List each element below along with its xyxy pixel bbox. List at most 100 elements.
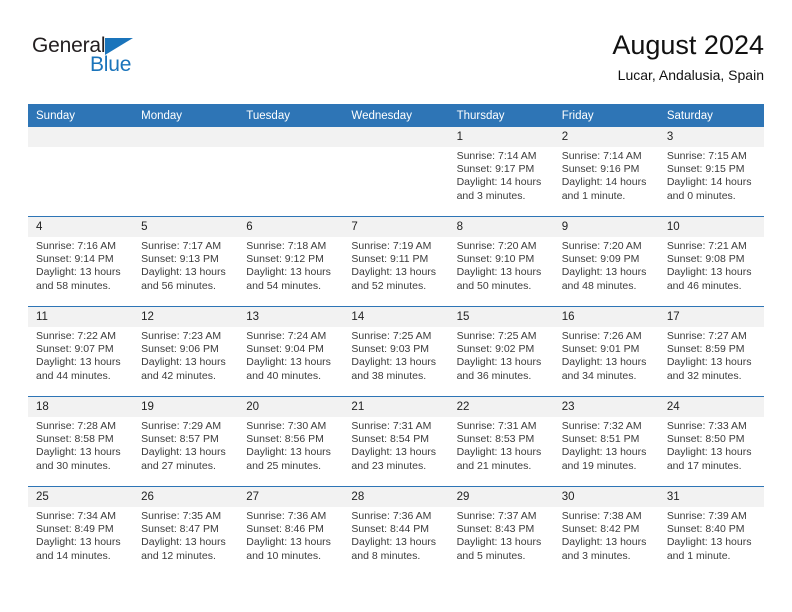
calendar-day-cell[interactable]: 1 Sunrise: 7:14 AM Sunset: 9:17 PM Daylight… xyxy=(448,127,554,217)
daylight-text-line2: and 54 minutes. xyxy=(246,279,321,292)
sunset-text: Sunset: 9:06 PM xyxy=(141,343,219,356)
calendar-day-cell[interactable]: 16 Sunrise: 7:26 AM Sunset: 9:01 PM Dayligh… xyxy=(553,306,659,397)
sunset-text: Sunset: 9:12 PM xyxy=(246,253,324,266)
day-sun-info: Sunrise: 7:25 AM Sunset: 9:03 PM Daylight:… xyxy=(343,327,448,383)
day-number: 14 xyxy=(343,307,449,327)
day-sun-info: Sunrise: 7:36 AM Sunset: 8:46 PM Daylight:… xyxy=(238,507,343,563)
sunset-text: Sunset: 9:16 PM xyxy=(561,163,640,176)
calendar-day-cell[interactable]: 29 Sunrise: 7:37 AM Sunset: 8:43 PM Dayligh… xyxy=(448,486,554,576)
day-sun-info: Sunrise: 7:18 AM Sunset: 9:12 PM Daylight:… xyxy=(238,237,343,293)
calendar-day-cell[interactable]: 26 Sunrise: 7:35 AM Sunset: 8:47 PM Dayligh… xyxy=(133,486,239,576)
day-sun-info: Sunrise: 7:32 AM Sunset: 8:51 PM Daylight:… xyxy=(554,417,659,473)
daylight-text-line2: and 17 minutes. xyxy=(666,459,742,472)
day-number: 5 xyxy=(133,217,239,237)
calendar-day-cell[interactable]: 15 Sunrise: 7:25 AM Sunset: 9:02 PM Dayligh… xyxy=(448,306,554,397)
sunset-text: Sunset: 9:04 PM xyxy=(246,343,324,356)
calendar-day-cell[interactable]: 9 Sunrise: 7:20 AM Sunset: 9:09 PM Daylight… xyxy=(553,216,659,307)
calendar-day-cell[interactable] xyxy=(238,127,344,217)
day-sun-info: Sunrise: 7:31 AM Sunset: 8:54 PM Daylight:… xyxy=(343,417,448,473)
sunset-text: Sunset: 8:43 PM xyxy=(456,523,535,536)
daylight-text-line1: Daylight: 13 hours xyxy=(36,536,121,549)
calendar-day-cell[interactable]: 21 Sunrise: 7:31 AM Sunset: 8:54 PM Dayligh… xyxy=(343,396,449,487)
calendar-day-cell[interactable]: 20 Sunrise: 7:30 AM Sunset: 8:56 PM Dayligh… xyxy=(238,396,344,487)
calendar-day-cell[interactable]: 28 Sunrise: 7:36 AM Sunset: 8:44 PM Dayligh… xyxy=(343,486,449,576)
day-number xyxy=(343,127,449,147)
daylight-text-line2: and 32 minutes. xyxy=(666,369,742,382)
calendar-day-cell[interactable]: 30 Sunrise: 7:38 AM Sunset: 8:42 PM Dayligh… xyxy=(553,486,659,576)
sunset-text: Sunset: 8:50 PM xyxy=(666,433,745,446)
weekday-header-wednesday: Wednesday xyxy=(343,104,449,127)
weekday-header-friday: Friday xyxy=(553,104,659,127)
day-number: 29 xyxy=(448,487,554,507)
calendar-day: 29 Sunrise: 7:37 AM Sunset: 8:43 PM Dayligh… xyxy=(448,487,554,576)
calendar-day-cell[interactable]: 5 Sunrise: 7:17 AM Sunset: 9:13 PM Daylight… xyxy=(133,216,239,307)
daylight-text-line1: Daylight: 13 hours xyxy=(456,536,542,549)
daylight-text-line1: Daylight: 13 hours xyxy=(666,446,752,459)
sunrise-text: Sunrise: 7:36 AM xyxy=(351,510,432,522)
calendar-day-cell[interactable]: 31 Sunrise: 7:39 AM Sunset: 8:40 PM Dayligh… xyxy=(658,486,764,576)
sunset-text: Sunset: 9:11 PM xyxy=(351,253,429,266)
calendar-day-cell[interactable]: 19 Sunrise: 7:29 AM Sunset: 8:57 PM Dayligh… xyxy=(133,396,239,487)
calendar-day-cell[interactable]: 2 Sunrise: 7:14 AM Sunset: 9:16 PM Daylight… xyxy=(553,127,659,217)
sunrise-text: Sunrise: 7:32 AM xyxy=(561,420,642,432)
day-sun-info: Sunrise: 7:19 AM Sunset: 9:11 PM Daylight:… xyxy=(343,237,448,293)
sunset-text: Sunset: 9:10 PM xyxy=(456,253,535,266)
daylight-text-line1: Daylight: 14 hours xyxy=(561,176,647,189)
calendar-day-cell[interactable]: 13 Sunrise: 7:24 AM Sunset: 9:04 PM Dayligh… xyxy=(238,306,344,397)
daylight-text-line1: Daylight: 13 hours xyxy=(456,356,542,369)
day-sun-info: Sunrise: 7:14 AM Sunset: 9:17 PM Daylight:… xyxy=(449,147,554,203)
daylight-text-line1: Daylight: 13 hours xyxy=(666,266,752,279)
calendar-day-cell[interactable]: 27 Sunrise: 7:36 AM Sunset: 8:46 PM Dayligh… xyxy=(238,486,344,576)
calendar-day: 28 Sunrise: 7:36 AM Sunset: 8:44 PM Dayligh… xyxy=(343,487,449,576)
calendar-day-cell[interactable]: 12 Sunrise: 7:23 AM Sunset: 9:06 PM Dayligh… xyxy=(133,306,239,397)
sunset-text: Sunset: 9:01 PM xyxy=(561,343,640,356)
sunset-text: Sunset: 9:17 PM xyxy=(456,163,535,176)
daylight-text-line1: Daylight: 13 hours xyxy=(141,446,226,459)
calendar-day-cell[interactable] xyxy=(133,127,239,217)
daylight-text-line1: Daylight: 13 hours xyxy=(456,446,542,459)
day-sun-info: Sunrise: 7:28 AM Sunset: 8:58 PM Daylight:… xyxy=(28,417,133,473)
calendar-day: 10 Sunrise: 7:21 AM Sunset: 9:08 PM Dayligh… xyxy=(658,217,764,306)
calendar-day: 6 Sunrise: 7:18 AM Sunset: 9:12 PM Daylight… xyxy=(238,217,344,306)
daylight-text-line1: Daylight: 13 hours xyxy=(666,536,752,549)
page-title: August 2024 xyxy=(612,30,764,60)
day-sun-info: Sunrise: 7:37 AM Sunset: 8:43 PM Daylight:… xyxy=(449,507,554,563)
calendar-day-cell[interactable]: 4 Sunrise: 7:16 AM Sunset: 9:14 PM Daylight… xyxy=(28,216,134,307)
calendar-day-cell[interactable]: 11 Sunrise: 7:22 AM Sunset: 9:07 PM Dayligh… xyxy=(28,306,134,397)
calendar-day-cell[interactable]: 14 Sunrise: 7:25 AM Sunset: 9:03 PM Dayligh… xyxy=(343,306,449,397)
calendar-day-cell[interactable]: 7 Sunrise: 7:19 AM Sunset: 9:11 PM Daylight… xyxy=(343,216,449,307)
calendar-day-cell[interactable]: 18 Sunrise: 7:28 AM Sunset: 8:58 PM Dayligh… xyxy=(28,396,134,487)
page-header: General Blue August 2024 Lucar, Andalusi… xyxy=(28,28,764,98)
calendar-day-cell[interactable]: 10 Sunrise: 7:21 AM Sunset: 9:08 PM Dayligh… xyxy=(658,216,764,307)
calendar-day-cell[interactable]: 22 Sunrise: 7:31 AM Sunset: 8:53 PM Dayligh… xyxy=(448,396,554,487)
calendar-day-cell[interactable]: 3 Sunrise: 7:15 AM Sunset: 9:15 PM Daylight… xyxy=(658,127,764,217)
daylight-text-line1: Daylight: 13 hours xyxy=(141,266,226,279)
calendar-day: 26 Sunrise: 7:35 AM Sunset: 8:47 PM Dayligh… xyxy=(133,487,239,576)
daylight-text-line1: Daylight: 13 hours xyxy=(561,266,647,279)
daylight-text-line2: and 23 minutes. xyxy=(351,459,427,472)
sunrise-text: Sunrise: 7:30 AM xyxy=(246,420,327,432)
calendar-day-cell[interactable]: 24 Sunrise: 7:33 AM Sunset: 8:50 PM Dayligh… xyxy=(658,396,764,487)
calendar-day-cell[interactable]: 8 Sunrise: 7:20 AM Sunset: 9:10 PM Daylight… xyxy=(448,216,554,307)
daylight-text-line1: Daylight: 13 hours xyxy=(36,266,121,279)
calendar-day: 1 Sunrise: 7:14 AM Sunset: 9:17 PM Daylight… xyxy=(448,127,554,216)
calendar-week-row: 18 Sunrise: 7:28 AM Sunset: 8:58 PM Dayligh… xyxy=(28,396,764,487)
calendar-day-cell[interactable] xyxy=(28,127,134,217)
calendar-day-cell[interactable]: 25 Sunrise: 7:34 AM Sunset: 8:49 PM Dayligh… xyxy=(28,486,134,576)
day-number: 7 xyxy=(343,217,449,237)
calendar-day-cell[interactable] xyxy=(343,127,449,217)
day-sun-info: Sunrise: 7:16 AM Sunset: 9:14 PM Daylight:… xyxy=(28,237,133,293)
calendar-day-cell[interactable]: 6 Sunrise: 7:18 AM Sunset: 9:12 PM Daylight… xyxy=(238,216,344,307)
calendar-day-cell[interactable]: 17 Sunrise: 7:27 AM Sunset: 8:59 PM Dayligh… xyxy=(658,306,764,397)
calendar-day-cell[interactable]: 23 Sunrise: 7:32 AM Sunset: 8:51 PM Dayligh… xyxy=(553,396,659,487)
daylight-text-line2: and 10 minutes. xyxy=(246,549,321,562)
sunset-text: Sunset: 9:03 PM xyxy=(351,343,430,356)
generalblue-logo: General Blue xyxy=(32,35,232,91)
day-sun-info: Sunrise: 7:24 AM Sunset: 9:04 PM Daylight:… xyxy=(238,327,343,383)
day-number: 21 xyxy=(343,397,449,417)
daylight-text-line2: and 1 minute. xyxy=(666,549,731,562)
calendar-day-empty xyxy=(133,127,239,216)
calendar-day: 15 Sunrise: 7:25 AM Sunset: 9:02 PM Dayligh… xyxy=(448,307,554,396)
day-sun-info: Sunrise: 7:39 AM Sunset: 8:40 PM Daylight:… xyxy=(659,507,764,563)
sunset-text: Sunset: 9:13 PM xyxy=(141,253,219,266)
